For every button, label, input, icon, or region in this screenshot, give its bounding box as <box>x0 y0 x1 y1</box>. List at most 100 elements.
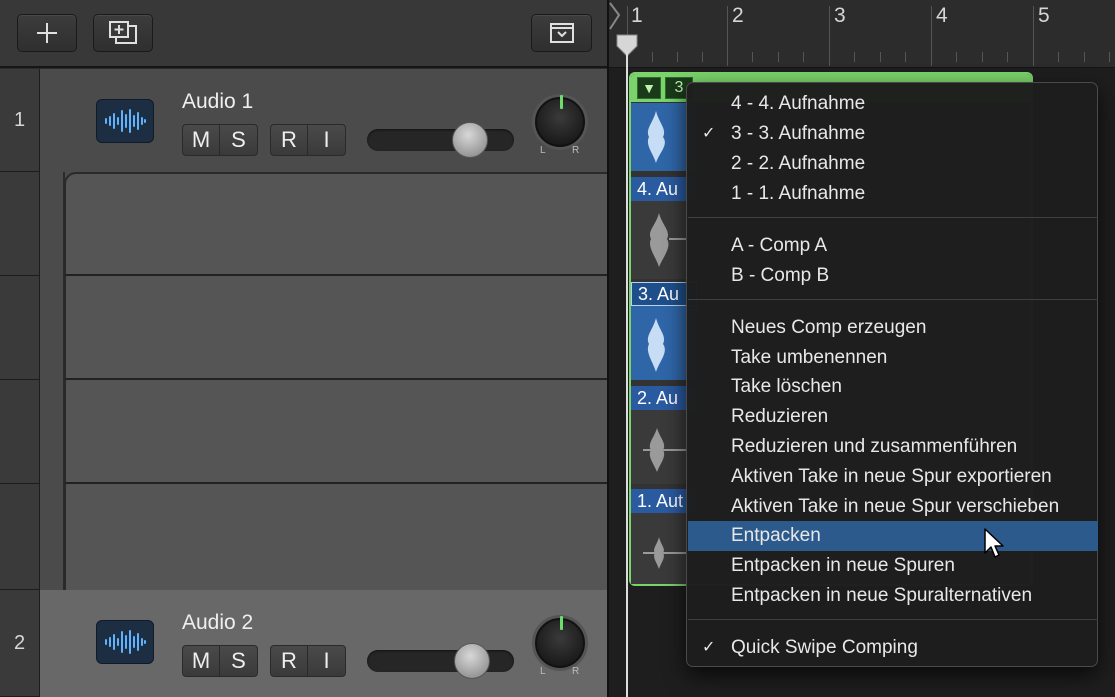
track-name[interactable]: Audio 2 <box>182 611 253 635</box>
ruler-tick <box>880 52 881 62</box>
track-header-panel: 1 Audio 1 M S R I L R 2 Audio 2 M S R I … <box>0 0 609 697</box>
take-lane[interactable] <box>64 172 607 276</box>
playhead-line <box>626 52 628 697</box>
menu-item-take-4[interactable]: 4 - 4. Aufnahme <box>688 89 1098 119</box>
menu-item-comp-a[interactable]: A - Comp A <box>688 231 1098 261</box>
menu-item-label: Aktiven Take in neue Spur exportieren <box>731 466 1052 487</box>
track-header-audio-2[interactable]: Audio 2 M S R I L R <box>40 590 607 697</box>
audio-waveform-icon <box>96 99 154 143</box>
pan-left-label: L <box>540 145 546 156</box>
take-folder-disclosure-icon[interactable]: ▼ <box>637 77 661 99</box>
pan-left-label: L <box>540 666 546 677</box>
mute-solo-group: M S <box>182 124 258 156</box>
menu-item-export-active-take[interactable]: Aktiven Take in neue Spur exportieren <box>688 462 1098 492</box>
menu-item-label: Take umbenennen <box>731 347 888 368</box>
mouse-pointer-icon <box>984 528 1004 558</box>
menu-item-flatten[interactable]: Reduzieren <box>688 402 1098 432</box>
take-folder-context-menu: 4 - 4. Aufnahme ✓ 3 - 3. Aufnahme 2 - 2.… <box>686 82 1098 667</box>
track-header-audio-1[interactable]: Audio 1 M S R I L R <box>40 69 607 172</box>
menu-item-label: Aktiven Take in neue Spur verschieben <box>731 496 1060 517</box>
chevron-down-box-icon <box>549 23 574 43</box>
menu-item-delete-take[interactable]: Take löschen <box>688 372 1098 402</box>
pan-knob[interactable] <box>535 616 585 668</box>
menu-item-label: 2 - 2. Aufnahme <box>731 153 866 174</box>
ruler-tick <box>1084 52 1085 62</box>
ruler-tick <box>778 52 779 62</box>
track-number-label: 2 <box>13 631 26 654</box>
ruler-bar-number: 5 <box>1038 4 1050 27</box>
menu-item-unpack[interactable]: Entpacken <box>688 521 1098 551</box>
take-lane-number <box>0 484 40 590</box>
take-lane[interactable] <box>64 276 607 380</box>
ruler-tick <box>905 52 906 62</box>
ruler-bar-line <box>931 6 932 66</box>
solo-button[interactable]: S <box>220 125 257 155</box>
menu-item-label: Quick Swipe Comping <box>731 637 918 658</box>
menu-item-comp-b[interactable]: B - Comp B <box>688 261 1098 291</box>
volume-slider-knob[interactable] <box>454 643 490 679</box>
input-monitor-button[interactable]: I <box>308 125 345 155</box>
take-lane[interactable] <box>64 380 607 484</box>
menu-item-take-1[interactable]: 1 - 1. Aufnahme <box>688 179 1098 209</box>
ruler-bar-line <box>1033 6 1034 66</box>
waveform-icon <box>649 213 687 267</box>
mute-solo-group: M S <box>182 645 258 677</box>
bar-ruler[interactable]: 1 2 3 4 5 <box>609 0 1115 68</box>
menu-item-unpack-track-alternatives[interactable]: Entpacken in neue Spuralternativen <box>688 581 1098 611</box>
mute-button[interactable]: M <box>183 646 220 676</box>
menu-item-take-2[interactable]: 2 - 2. Aufnahme <box>688 149 1098 179</box>
waveform-icon <box>643 537 687 569</box>
ruler-tick <box>702 52 703 62</box>
menu-separator <box>688 299 1098 300</box>
pan-right-label: R <box>572 145 580 156</box>
menu-item-move-active-take[interactable]: Aktiven Take in neue Spur verschieben <box>688 492 1098 522</box>
mute-button[interactable]: M <box>183 125 220 155</box>
menu-item-label: 3 - 3. Aufnahme <box>731 123 866 144</box>
menu-item-label: Neues Comp erzeugen <box>731 317 927 338</box>
menu-separator <box>688 619 1098 620</box>
take-folder-bracket <box>41 172 65 590</box>
menu-item-label: Reduzieren und zusammenführen <box>731 436 1018 457</box>
menu-item-label: Entpacken in neue Spuralternativen <box>731 585 1033 606</box>
add-track-button[interactable] <box>17 14 77 52</box>
pan-right-label: R <box>572 666 580 677</box>
menu-item-take-3[interactable]: ✓ 3 - 3. Aufnahme <box>688 119 1098 149</box>
ruler-tick <box>1109 52 1110 62</box>
volume-slider-knob[interactable] <box>452 122 488 158</box>
menu-item-label: A - Comp A <box>731 235 828 256</box>
record-input-group: R I <box>270 645 346 677</box>
ruler-tick <box>677 52 678 62</box>
audio-waveform-icon <box>96 620 154 664</box>
record-enable-button[interactable]: R <box>271 646 308 676</box>
take-lane[interactable] <box>64 484 607 590</box>
track-number[interactable]: 2 <box>0 590 40 697</box>
menu-item-label: Entpacken in neue Spuren <box>731 555 955 576</box>
ruler-bar-line <box>727 6 728 66</box>
solo-button[interactable]: S <box>220 646 257 676</box>
ruler-bar-number: 1 <box>631 4 643 27</box>
record-enable-button[interactable]: R <box>271 125 308 155</box>
menu-item-label: Entpacken <box>731 525 821 546</box>
ruler-tick <box>956 52 957 62</box>
record-input-group: R I <box>270 124 346 156</box>
duplicate-track-button[interactable] <box>93 14 153 52</box>
track-number[interactable]: 1 <box>0 69 40 172</box>
ruler-bar-number: 2 <box>732 4 744 27</box>
input-monitor-button[interactable]: I <box>308 646 345 676</box>
track-header-toolbar <box>0 0 607 68</box>
menu-item-rename-take[interactable]: Take umbenennen <box>688 343 1098 373</box>
menu-item-quick-swipe-comping[interactable]: ✓ Quick Swipe Comping <box>688 633 1098 663</box>
volume-slider[interactable] <box>367 643 514 679</box>
menu-item-unpack-new-tracks[interactable]: Entpacken in neue Spuren <box>688 551 1098 581</box>
menu-separator <box>688 217 1098 218</box>
ruler-tick <box>1058 52 1059 62</box>
cycle-start-marker-icon[interactable] <box>609 0 623 34</box>
global-tracks-toggle-button[interactable] <box>531 14 592 52</box>
pan-knob[interactable] <box>535 95 585 147</box>
menu-item-flatten-merge[interactable]: Reduzieren und zusammenführen <box>688 432 1098 462</box>
menu-item-label: 1 - 1. Aufnahme <box>731 183 866 204</box>
menu-item-label: B - Comp B <box>731 265 830 286</box>
menu-item-new-comp[interactable]: Neues Comp erzeugen <box>688 313 1098 343</box>
volume-slider[interactable] <box>367 122 514 158</box>
track-name[interactable]: Audio 1 <box>182 90 253 114</box>
